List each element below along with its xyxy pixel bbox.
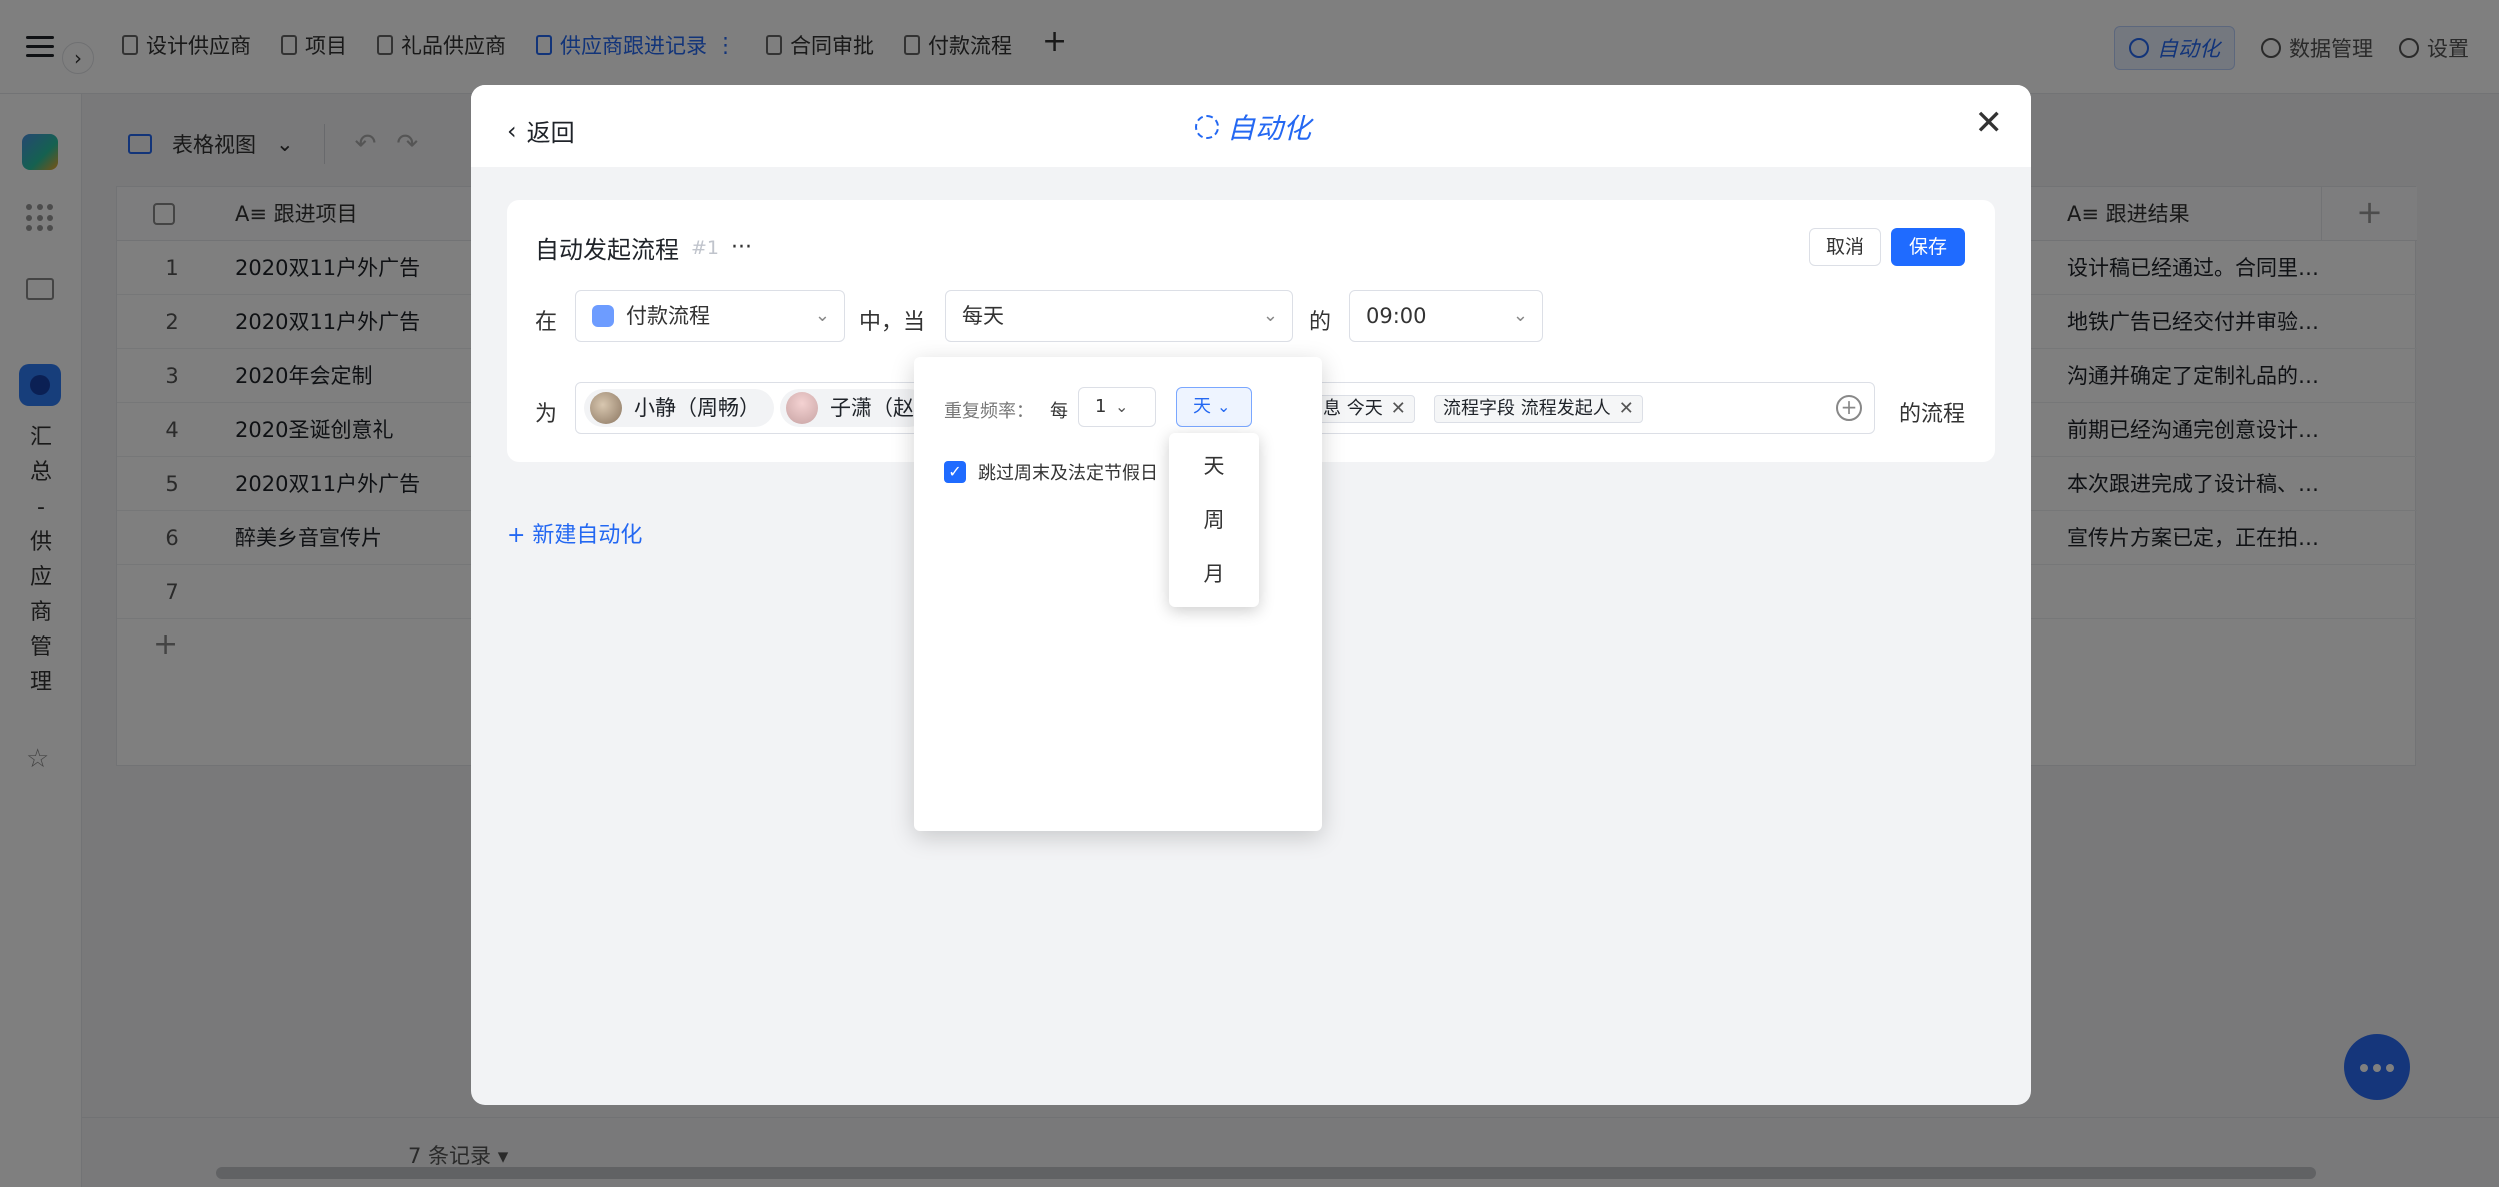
trigger-select[interactable]: 每天 ⌄ [945,290,1293,342]
close-icon[interactable]: ✕ [1391,396,1406,422]
save-button[interactable]: 保存 [1890,228,1965,266]
modal-title: 自动化 [1195,107,1311,147]
chevron-down-icon: ⌄ [814,305,830,326]
modal-header: ‹ 返回 自动化 ✕ [471,85,2031,167]
chevron-down-icon: ⌄ [1115,397,1129,416]
field-tag[interactable]: 流程字段 流程发起人 ✕ [1434,395,1643,423]
flow-select-value: 付款流程 [626,304,710,328]
add-circle-icon[interactable]: + [1836,395,1862,421]
rule-name[interactable]: 自动发起流程 [535,230,679,265]
in-label: 在 [535,310,558,335]
person-chip[interactable]: 子潇（赵 [780,389,928,427]
repeat-unit-value: 天 [1193,396,1211,417]
skip-holidays-label: 跳过周末及法定节假日 [978,463,1158,484]
chevron-down-icon: ⌄ [1262,305,1278,326]
field-tag[interactable]: 息 今天 ✕ [1314,395,1415,423]
repeat-label: 重复频率： [944,401,1034,422]
chevron-down-icon: ⌄ [1512,305,1528,326]
person-name: 子潇（赵 [830,396,914,420]
unit-dropdown-menu: 天 周 月 [1169,433,1259,607]
for-label: 为 [535,402,558,427]
repeat-frequency-popover: 重复频率： 每 1 ⌄ 天 ⌄ ✓ 跳过周末及法定节假日 [914,357,1322,831]
unit-option-week[interactable]: 周 [1169,493,1259,547]
close-icon[interactable]: ✕ [1975,103,2004,143]
chevron-down-icon: ⌄ [1217,397,1231,416]
skip-holidays-checkbox[interactable]: ✓ [944,461,966,483]
time-select[interactable]: 09:00 ⌄ [1349,290,1543,342]
rule-index: #1 [691,236,720,259]
of-label: 的 [1309,310,1332,335]
avatar [590,392,622,424]
back-label: 返回 [526,119,575,147]
new-automation-button[interactable]: + 新建自动化 [507,517,642,549]
rule-title: 自动发起流程 #1 ··· [535,230,752,265]
repeat-number-value: 1 [1095,396,1107,417]
more-icon[interactable]: ··· [731,235,752,260]
when-label: 中，当 [859,310,926,335]
unit-option-month[interactable]: 月 [1169,547,1259,601]
trigger-select-value: 每天 [962,304,1004,328]
flow-icon [592,305,614,327]
time-select-value: 09:00 [1366,304,1427,328]
automation-icon [1195,115,1219,139]
cancel-button[interactable]: 取消 [1808,228,1881,266]
unit-option-day[interactable]: 天 [1169,439,1259,493]
tag-text: 息 今天 [1323,398,1383,419]
person-name: 小静（周畅） [634,396,760,420]
skip-holidays-option[interactable]: ✓ 跳过周末及法定节假日 [944,459,1158,485]
tag-text: 流程字段 流程发起人 [1443,398,1611,419]
every-label: 每 [1050,401,1068,422]
chevron-left-icon: ‹ [507,116,517,145]
person-chip[interactable]: 小静（周畅） [584,389,774,427]
avatar [786,392,818,424]
repeat-number-select[interactable]: 1 ⌄ [1078,387,1156,427]
back-button[interactable]: ‹ 返回 [507,113,575,148]
close-icon[interactable]: ✕ [1619,396,1634,422]
flow-select[interactable]: 付款流程 ⌄ [575,290,845,342]
repeat-unit-select[interactable]: 天 ⌄ [1176,387,1252,427]
flow-suffix: 的流程 [1899,402,1966,427]
modal-title-text: 自动化 [1227,112,1312,145]
